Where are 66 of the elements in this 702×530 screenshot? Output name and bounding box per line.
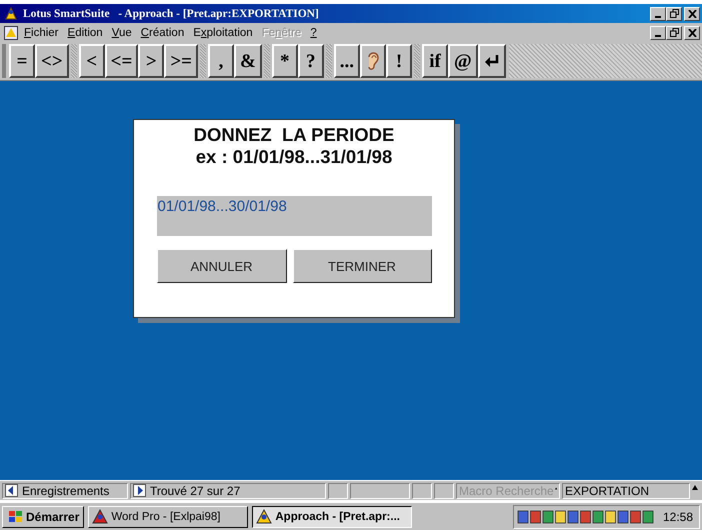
- toolbar-separator: [414, 44, 420, 78]
- menu-item[interactable]: Exploitation: [193, 26, 253, 38]
- minimize-icon: [655, 16, 661, 18]
- menu-item[interactable]: ?: [310, 26, 317, 38]
- restore-icon: [670, 9, 678, 18]
- dialog-title: ex : 01/01/98...31/01/98: [196, 146, 392, 168]
- menu-item[interactable]: Fichier: [24, 26, 59, 38]
- caret-icon[interactable]: [692, 485, 698, 490]
- toolbar-button[interactable]: &: [234, 44, 262, 78]
- close-icon: [688, 28, 696, 36]
- dialog-button[interactable]: ANNULER: [156, 249, 286, 283]
- minimize-button[interactable]: [650, 26, 666, 40]
- minimize-icon: [655, 34, 661, 36]
- toolbar-button[interactable]: >=: [164, 44, 198, 78]
- menu-item[interactable]: Edition: [68, 26, 103, 38]
- toolbar-separator: [264, 44, 270, 78]
- close-button[interactable]: [684, 6, 700, 20]
- toolbar-button[interactable]: if: [422, 44, 448, 78]
- status-cell: [412, 482, 432, 498]
- toolbar-button[interactable]: ...: [334, 44, 360, 78]
- status-text: Trouvé 27 sur 27: [150, 484, 240, 498]
- clock: 12:58: [662, 510, 693, 524]
- toolbar-button[interactable]: >: [138, 44, 164, 78]
- toolbar-separator: [326, 44, 332, 78]
- ear-icon: [366, 51, 380, 71]
- toolbar-button[interactable]: ?: [298, 44, 324, 78]
- toolbar-button[interactable]: =: [9, 44, 35, 78]
- start-button[interactable]: Démarrer: [2, 506, 84, 528]
- toolbar-button[interactable]: !: [386, 44, 412, 78]
- toolbar-button[interactable]: <: [78, 44, 105, 78]
- menu-item[interactable]: Création: [140, 26, 184, 38]
- toolbar-separator: [200, 44, 206, 78]
- app-icon: [4, 6, 18, 20]
- app-icon: [92, 508, 108, 524]
- close-button[interactable]: [684, 26, 700, 40]
- windows-logo-icon: [7, 510, 23, 524]
- status-text: Enregistrements: [22, 484, 110, 498]
- taskbar-task[interactable]: Word Pro - [Exlpai98]: [88, 506, 248, 528]
- minimize-button[interactable]: [650, 6, 666, 20]
- dialog-title: DONNEZ LA PERIODE: [194, 124, 394, 146]
- toolbar-button[interactable]: <=: [104, 44, 138, 78]
- toolbar-button[interactable]: [478, 44, 506, 78]
- toolbar-button[interactable]: ,: [208, 44, 234, 78]
- document-icon: [4, 26, 18, 40]
- arrow-left-icon[interactable]: [5, 484, 18, 497]
- close-icon: [688, 10, 696, 18]
- restore-button[interactable]: [666, 6, 682, 20]
- toolbar-button[interactable]: <>: [35, 44, 69, 78]
- toolbar-button[interactable]: @: [448, 44, 478, 78]
- status-cell: [350, 482, 410, 498]
- toolbar-button[interactable]: *: [272, 44, 298, 78]
- status-cell: [328, 482, 348, 498]
- period-field[interactable]: 01/01/98...30/01/98: [156, 196, 432, 236]
- toolbar-separator: [70, 44, 77, 78]
- status-cell: [434, 482, 454, 498]
- dialog-button[interactable]: TERMINER: [292, 249, 432, 283]
- taskbar-task[interactable]: Approach - [Pret.apr:...: [252, 506, 412, 528]
- app-icon: [256, 508, 272, 524]
- menu-item[interactable]: Vue: [112, 26, 132, 38]
- enter-icon: [484, 54, 500, 68]
- arrow-right-icon[interactable]: [133, 484, 146, 497]
- toolbar-button[interactable]: [360, 44, 386, 78]
- window-title: Lotus SmartSuite - Approach - [Pret.apr:EXPORTATION]: [23, 8, 319, 20]
- restore-button[interactable]: [666, 26, 682, 40]
- restore-icon: [670, 28, 678, 37]
- toolbar-handle[interactable]: [2, 44, 6, 78]
